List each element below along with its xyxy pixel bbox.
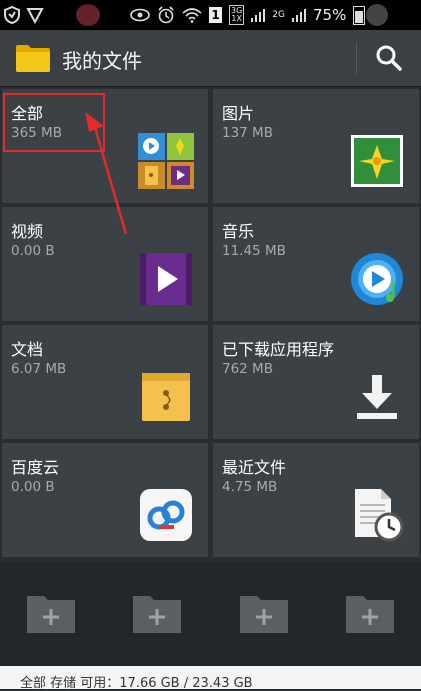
shield-icon xyxy=(4,6,20,24)
network-alt-label: 2G xyxy=(272,10,285,20)
blurred-notification xyxy=(76,4,100,26)
category-label: 音乐 xyxy=(222,222,255,241)
add-folder-icon[interactable] xyxy=(26,592,76,634)
category-size: 6.07 MB xyxy=(11,361,67,377)
category-documents[interactable]: 文档 6.07 MB xyxy=(2,325,208,439)
status-bar: 1 3G 1X 2G 75% xyxy=(0,0,421,30)
category-size: 0.00 B xyxy=(11,243,55,259)
storage-footer: 全部 存储 可用：17.66 GB / 23.43 GB xyxy=(0,666,421,691)
folder-icon xyxy=(16,45,50,72)
eye-icon xyxy=(130,8,150,22)
image-icon xyxy=(351,135,403,187)
blurred-clock xyxy=(366,4,388,26)
category-size: 762 MB xyxy=(222,361,273,377)
category-label: 百度云 xyxy=(11,458,60,477)
app-bar-divider xyxy=(356,42,357,74)
category-size: 4.75 MB xyxy=(222,479,278,495)
document-icon xyxy=(142,373,190,421)
add-folder-icon[interactable] xyxy=(239,592,289,634)
quick-folders xyxy=(0,562,421,666)
network-bottom-label: 1X xyxy=(231,14,242,23)
recent-files-icon xyxy=(355,489,404,542)
category-baidu-cloud[interactable]: 百度云 0.00 B xyxy=(2,443,208,557)
add-folder-icon[interactable] xyxy=(132,592,182,634)
category-music[interactable]: 音乐 11.45 MB xyxy=(213,207,419,321)
status-left xyxy=(4,0,44,30)
music-icon xyxy=(351,253,403,305)
download-icon xyxy=(357,375,397,419)
arrow-icon xyxy=(85,112,128,235)
category-recent-files[interactable]: 最近文件 4.75 MB xyxy=(213,443,419,557)
battery-icon xyxy=(353,5,366,25)
app-bar: 我的文件 xyxy=(0,30,421,87)
add-folder-icon[interactable] xyxy=(345,592,395,634)
heart-shield-icon xyxy=(26,8,44,24)
baidu-cloud-icon xyxy=(140,489,192,541)
signal-icon-2 xyxy=(292,9,306,22)
category-label: 已下载应用程序 xyxy=(222,340,335,359)
status-right: 1 3G 1X 2G 75% xyxy=(130,0,366,30)
video-icon xyxy=(140,253,192,305)
page-title: 我的文件 xyxy=(62,49,142,73)
sim-badge: 1 xyxy=(209,7,222,23)
battery-percent: 75% xyxy=(313,6,347,24)
signal-icon xyxy=(251,9,266,22)
search-icon[interactable] xyxy=(374,43,404,73)
category-images[interactable]: 图片 137 MB xyxy=(213,89,419,203)
alarm-icon xyxy=(158,6,174,24)
category-label: 图片 xyxy=(222,104,255,123)
storage-text: 全部 存储 可用：17.66 GB / 23.43 GB xyxy=(20,676,253,691)
category-label: 文档 xyxy=(11,340,44,359)
network-badge: 3G 1X xyxy=(229,5,245,25)
category-downloaded-apps[interactable]: 已下载应用程序 762 MB xyxy=(213,325,419,439)
category-label: 最近文件 xyxy=(222,458,287,477)
category-label: 视频 xyxy=(11,222,44,241)
category-size: 0.00 B xyxy=(11,479,55,495)
all-files-icon xyxy=(138,133,194,189)
category-size: 11.45 MB xyxy=(222,243,286,259)
wifi-icon xyxy=(182,8,202,23)
category-size: 137 MB xyxy=(222,125,273,141)
